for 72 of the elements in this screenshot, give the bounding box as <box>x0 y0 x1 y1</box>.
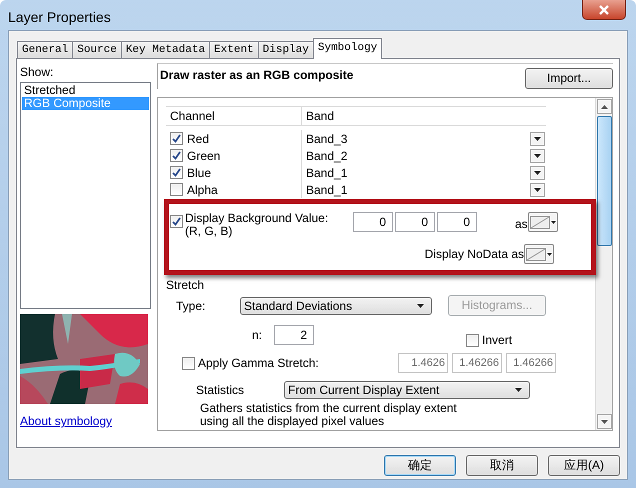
channel-name: Red <box>187 130 210 148</box>
band-value: Band_1 <box>306 164 348 182</box>
band-value: Band_3 <box>306 130 348 148</box>
caret-icon <box>416 302 425 308</box>
caret-icon <box>533 170 542 176</box>
dialog-button[interactable]: 确定 <box>384 455 456 476</box>
checkbox[interactable] <box>466 334 480 346</box>
caret-icon <box>533 136 542 142</box>
value-field[interactable]: 0 <box>437 212 477 232</box>
tab[interactable]: Key Metadata <box>120 41 210 58</box>
dialog-button[interactable]: 应用(A) <box>548 455 620 476</box>
section-heading: Draw raster as an RGB composite <box>160 67 354 84</box>
caret-icon <box>533 152 542 158</box>
channel-name: Alpha <box>187 182 218 198</box>
dropdown-button[interactable] <box>530 166 545 180</box>
about-link[interactable]: About symbology <box>20 412 151 430</box>
scroll-thumb[interactable] <box>596 116 612 246</box>
caret-icon <box>550 220 556 224</box>
n-label: n: <box>252 327 262 344</box>
caret-icon <box>533 186 542 192</box>
checkbox[interactable] <box>170 215 183 228</box>
checkbox[interactable] <box>170 166 183 179</box>
checkbox[interactable] <box>170 149 183 162</box>
scroll-down-button[interactable] <box>596 414 612 429</box>
dropdown-button[interactable] <box>530 132 545 146</box>
tab[interactable]: Display <box>258 41 314 58</box>
statistics-description: Gathers statistics from the current display extent using all the displayed pixel values <box>200 402 458 428</box>
background-value-label: Display Background Value:(R, G, B) <box>185 212 330 238</box>
color-picker[interactable] <box>524 244 554 264</box>
window-title: Layer Properties <box>8 8 111 27</box>
type-label: Type: <box>176 298 206 314</box>
nodata-label: Display NoData as <box>424 246 524 263</box>
dialog-button[interactable]: 取消 <box>466 455 538 476</box>
as-label: as <box>515 216 528 233</box>
scroll-up-button[interactable] <box>596 99 612 114</box>
column-header: Channel <box>166 107 302 125</box>
arrow-up-icon <box>600 104 608 108</box>
caret-icon <box>514 387 523 393</box>
tab[interactable]: General <box>17 41 74 58</box>
band-value: Band_2 <box>306 148 348 164</box>
n-field[interactable]: 2 <box>274 325 314 345</box>
invert-label: Invert <box>482 332 512 349</box>
checkbox[interactable] <box>182 356 195 370</box>
color-picker[interactable] <box>528 212 558 232</box>
dropdown-button[interactable] <box>530 182 545 196</box>
group-title: Statistics <box>196 382 246 399</box>
vertical-scrollbar[interactable] <box>595 98 612 430</box>
band-value: Band_1 <box>306 182 348 198</box>
tab[interactable]: Symbology <box>312 38 382 59</box>
list-item[interactable]: Stretched <box>22 84 149 97</box>
tab[interactable]: Extent <box>209 41 259 58</box>
close-icon <box>599 4 609 14</box>
arrow-down-icon <box>600 420 608 424</box>
value-field[interactable]: 0 <box>353 212 393 232</box>
column-header: Band <box>305 108 336 125</box>
show-label: Show: <box>20 64 54 81</box>
statistics-dropdown[interactable]: From Current Display Extent <box>284 381 530 399</box>
no-color-swatch-icon <box>530 216 550 228</box>
channel-name: Blue <box>187 164 212 182</box>
tab[interactable]: Source <box>72 41 122 58</box>
value-field[interactable]: 0 <box>395 212 435 232</box>
caret-icon <box>547 252 552 256</box>
channel-name: Green <box>187 148 220 164</box>
checkbox[interactable] <box>170 132 183 145</box>
dropdown-button[interactable] <box>530 148 545 162</box>
import-button[interactable]: Import... <box>525 68 613 89</box>
checkbox[interactable] <box>170 183 183 196</box>
close-button[interactable] <box>582 0 626 20</box>
gamma-label: Apply Gamma Stretch: <box>198 355 320 372</box>
no-color-swatch-icon <box>526 248 546 260</box>
group-title: Stretch <box>166 277 204 294</box>
type-dropdown[interactable]: Standard Deviations <box>240 296 432 314</box>
